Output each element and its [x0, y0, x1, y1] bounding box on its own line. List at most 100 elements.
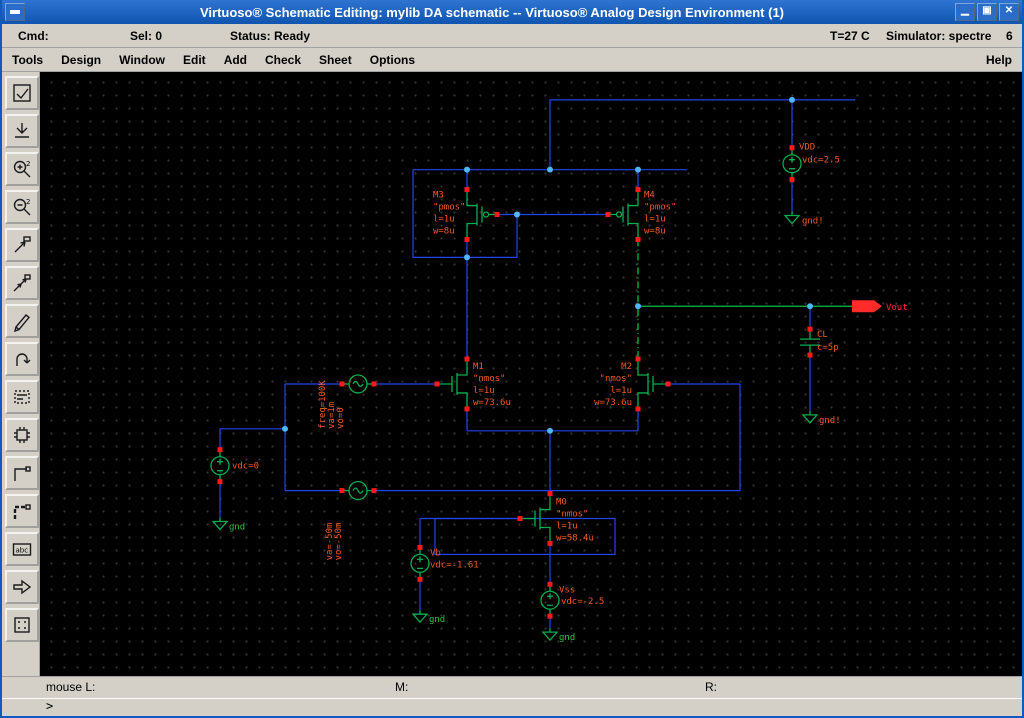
wire-label-tool[interactable]: abc: [5, 532, 39, 566]
m1-name-label: M1: [473, 362, 484, 372]
instance-tool[interactable]: [5, 418, 39, 452]
prompt-bar[interactable]: >: [2, 698, 1022, 716]
m3-model-label: "pmos": [433, 203, 465, 213]
pencil-icon: [14, 314, 30, 332]
m4-w-label: w=8u: [644, 226, 666, 236]
menu-options[interactable]: Options: [370, 53, 415, 67]
vss-name-label: Vss: [559, 585, 575, 595]
options-grid-icon: [14, 617, 30, 633]
instance-chip-icon: [14, 427, 30, 443]
close-button[interactable]: ✕: [999, 3, 1019, 21]
property-tool[interactable]: [5, 380, 39, 414]
transistor-m4[interactable]: M4 "pmos" l=1u w=8u: [608, 189, 676, 240]
stretch-tool[interactable]: [5, 228, 39, 262]
vout-pin[interactable]: Vout: [852, 300, 908, 313]
vinn-source[interactable]: va=-50m vo=-50m: [325, 480, 374, 561]
menu-check[interactable]: Check: [265, 53, 301, 67]
schematic-canvas[interactable]: M3 "pmos" l=1u w=8u M4 "pmos" l=1u w=8u: [40, 72, 1022, 676]
m4-l-label: l=1u: [644, 215, 666, 225]
m3-name-label: M3: [433, 191, 444, 201]
transistor-m2[interactable]: M2 "nmos" l=1u w=73.6u: [594, 359, 668, 409]
vout-label: Vout: [886, 303, 908, 313]
maximize-button[interactable]: ▣: [977, 3, 997, 21]
vss-value-label: vdc=-2.5: [561, 597, 604, 607]
transistor-m3[interactable]: M3 "pmos" l=1u w=8u: [433, 189, 497, 240]
wide-wire-icon: [13, 504, 31, 519]
m0-l-label: l=1u: [556, 522, 578, 532]
m2-name-label: M2: [621, 362, 632, 372]
m4-model-label: "pmos": [644, 203, 676, 213]
tool-palette: 2 2 abc: [2, 72, 40, 676]
m3-w-label: w=8u: [433, 226, 455, 236]
undo-tool[interactable]: [5, 342, 39, 376]
mouse-bindings-bar: mouse L: M: R:: [2, 676, 1022, 698]
mouse-right-binding: R:: [705, 680, 717, 694]
check-save-tool[interactable]: [5, 76, 39, 110]
copy-tool[interactable]: [5, 266, 39, 300]
menu-edit[interactable]: Edit: [183, 53, 206, 67]
pin-tool[interactable]: [5, 570, 39, 604]
vb-gnd-symbol: [411, 610, 429, 624]
cmd-options-tool[interactable]: [5, 608, 39, 642]
junction-dots: [282, 96, 813, 434]
temperature: T=27 C: [830, 29, 870, 43]
svg-text:abc: abc: [16, 547, 29, 555]
svg-text:2: 2: [26, 160, 30, 168]
copy-arrows-icon: [13, 274, 31, 292]
vdd-value-label: vdc=2.5: [802, 156, 840, 166]
m2-model-label: "nmos": [600, 374, 632, 384]
command-prompt[interactable]: >: [46, 699, 53, 713]
transistor-m1[interactable]: M1 "nmos" l=1u w=73.6u: [437, 359, 511, 409]
undo-hook-icon: [16, 353, 31, 366]
mouse-middle-binding: M:: [395, 680, 409, 694]
net-wires[interactable]: [219, 99, 855, 629]
zoom-in-tool[interactable]: 2: [5, 152, 39, 186]
vcm-value-label: vdc=0: [232, 462, 259, 472]
m3-l-label: l=1u: [433, 215, 455, 225]
vinp-vo-label: vo=0: [336, 407, 346, 429]
transistor-m0[interactable]: M0 "nmos" l=1u w=58.4u: [520, 493, 594, 544]
m1-w-label: w=73.6u: [473, 398, 511, 408]
cl-value-label: c=5p: [817, 343, 839, 353]
menu-bar: Tools Design Window Edit Add Check Sheet…: [2, 48, 1022, 72]
delete-tool[interactable]: [5, 304, 39, 338]
cl-gnd-symbol: [801, 410, 819, 424]
title-bar: Virtuoso® Schematic Editing: mylib DA sc…: [2, 0, 1022, 24]
m0-w-label: w=58.4u: [556, 533, 594, 543]
vinp-source[interactable]: freq=100K va=1m vo=0: [318, 374, 374, 429]
vb-source[interactable]: Vb vdc=-1.61 gnd: [410, 547, 479, 625]
vb-name-label: Vb: [430, 548, 441, 558]
vinn-vo-label: vo=-50m: [334, 523, 344, 561]
window-menu-icon[interactable]: [5, 3, 25, 21]
menu-window[interactable]: Window: [119, 53, 165, 67]
zoom-out-icon: 2: [13, 198, 31, 216]
menu-tools[interactable]: Tools: [12, 53, 43, 67]
m4-name-label: M4: [644, 191, 655, 201]
save-tool[interactable]: [5, 114, 39, 148]
m1-l-label: l=1u: [473, 386, 495, 396]
vdd-gnd-symbol: [783, 211, 801, 225]
vb-gnd-label: gnd: [429, 615, 445, 625]
minimize-button[interactable]: ▁: [955, 3, 975, 21]
cl-gnd-label: gnd!: [819, 416, 841, 426]
vcm-source[interactable]: vdc=0 gnd: [210, 449, 259, 533]
mouse-left-binding: mouse L:: [46, 680, 96, 694]
cl-capacitor[interactable]: CL c=5p gnd!: [800, 329, 841, 426]
status-count: 6: [1006, 29, 1013, 43]
menu-help[interactable]: Help: [986, 53, 1012, 67]
svg-text:2: 2: [26, 198, 30, 206]
vss-gnd-symbol: [541, 628, 559, 642]
m2-l-label: l=1u: [610, 386, 632, 396]
abc-label-icon: abc: [12, 543, 32, 556]
menu-design[interactable]: Design: [61, 53, 101, 67]
output-net[interactable]: [637, 239, 852, 360]
vcm-gnd-label: gnd: [229, 522, 245, 532]
menu-add[interactable]: Add: [224, 53, 247, 67]
menu-sheet[interactable]: Sheet: [319, 53, 352, 67]
zoom-out-tool[interactable]: 2: [5, 190, 39, 224]
save-down-arrow-icon: [15, 123, 29, 138]
wide-wire-tool[interactable]: [5, 494, 39, 528]
cl-name-label: CL: [817, 330, 828, 340]
wire-tool[interactable]: [5, 456, 39, 490]
vb-value-label: vdc=-1.61: [430, 560, 479, 570]
